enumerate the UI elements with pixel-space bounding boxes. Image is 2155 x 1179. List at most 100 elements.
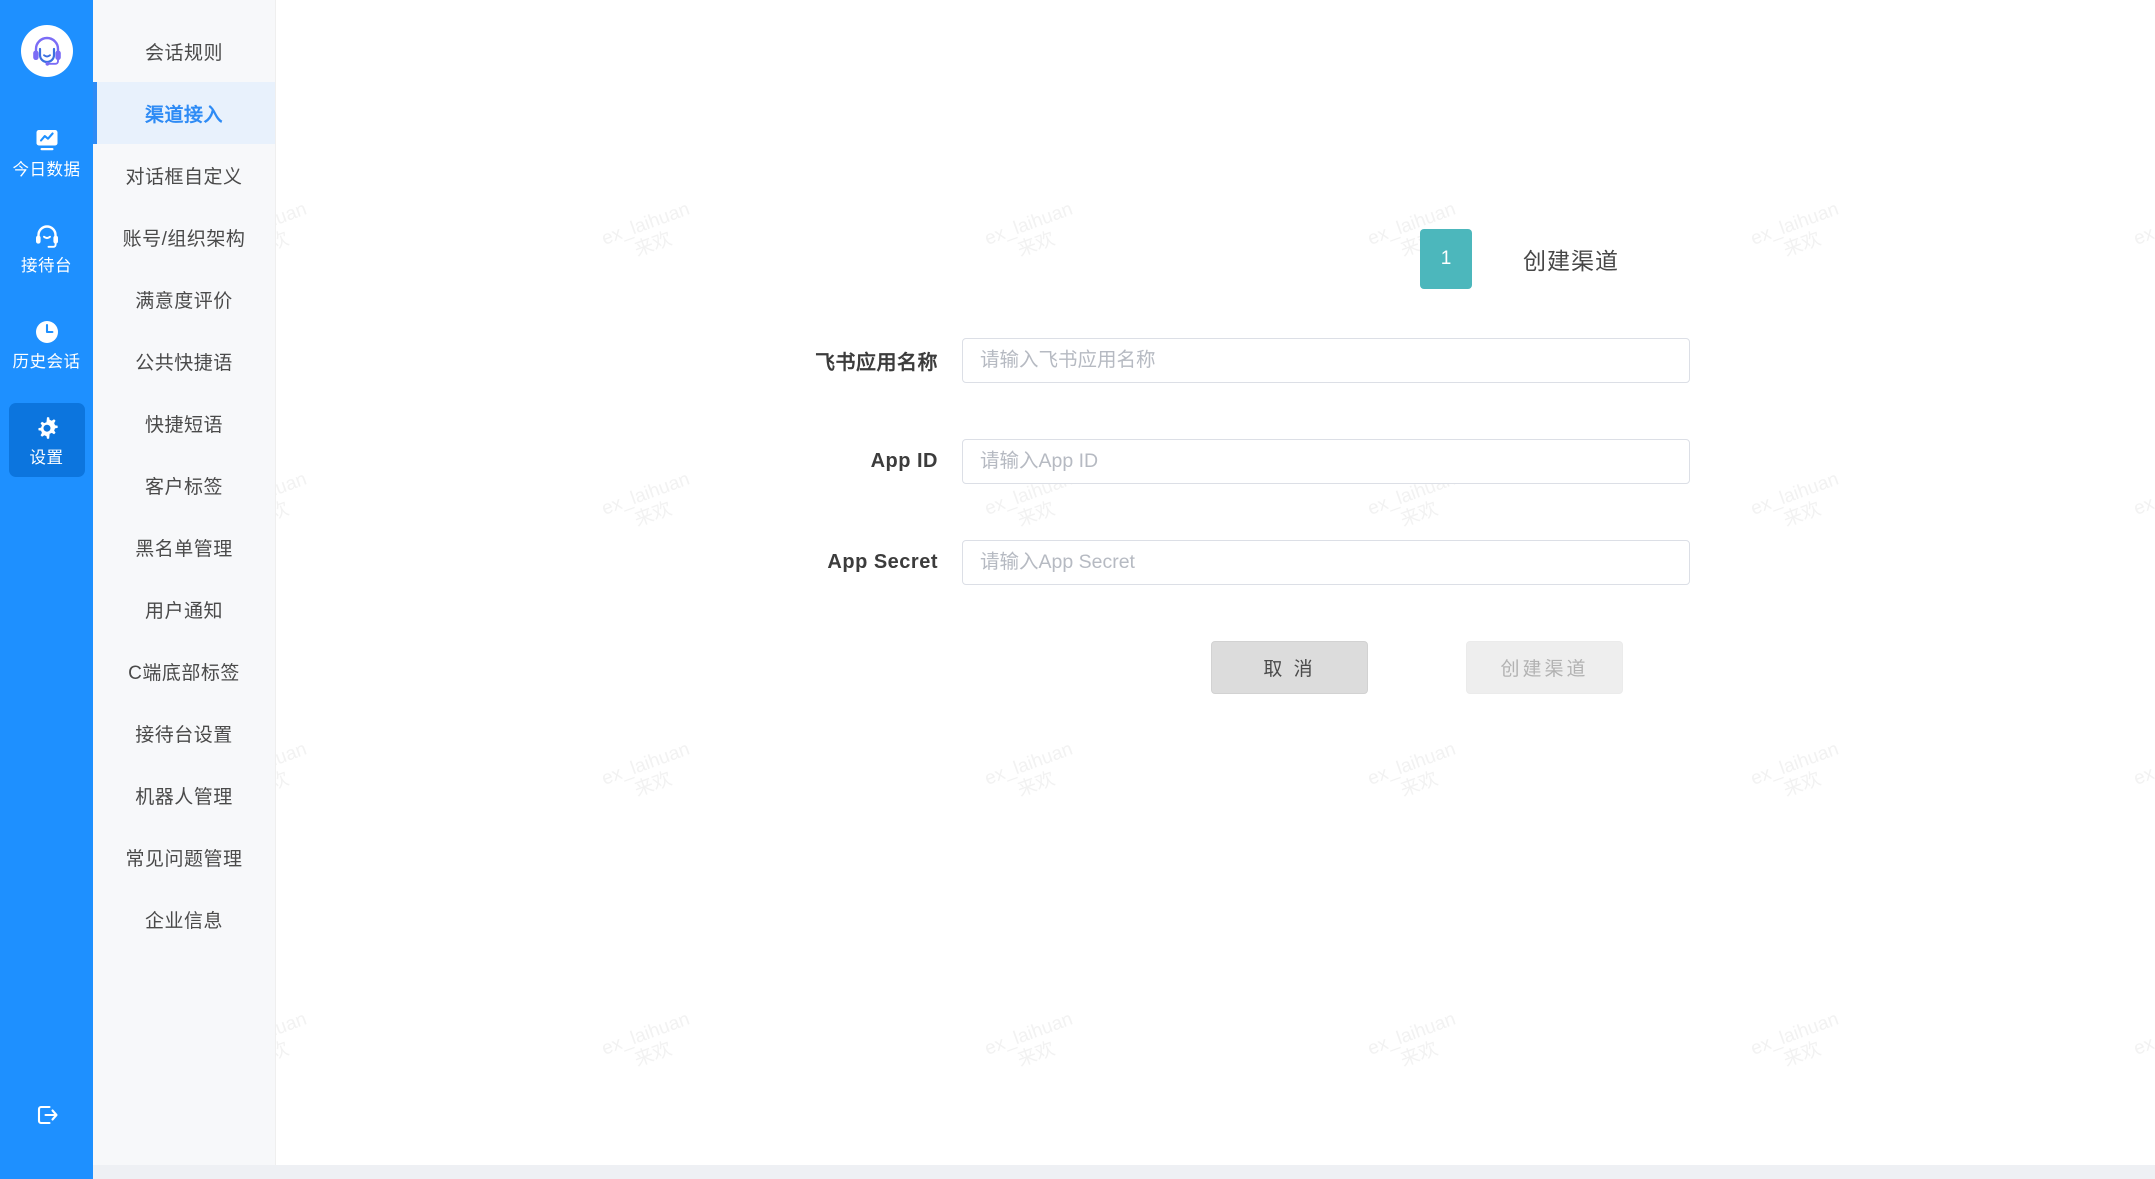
subnav-item-user-notify[interactable]: 用户通知 — [93, 578, 275, 640]
watermark-line-cn: 来欢 — [1756, 0, 1850, 2]
form-row-feishu-app-name: 飞书应用名称 — [276, 338, 2155, 383]
subnav-item-quick-phrases[interactable]: 快捷短语 — [93, 392, 275, 454]
subnav-item-customer-tags[interactable]: 客户标签 — [93, 454, 275, 516]
subnav-item-label: 接待台设置 — [135, 724, 233, 746]
subnav-item-c-side-tags[interactable]: C端底部标签 — [93, 640, 275, 702]
app-id-input[interactable] — [980, 450, 1672, 473]
subnav-item-label: 对话框自定义 — [125, 166, 243, 188]
watermark-text: ex_laihuan来欢 — [1748, 1009, 1850, 1083]
watermark-text: ex_laihuan来欢 — [276, 0, 318, 2]
subnav-item-label: 公共快捷语 — [135, 352, 233, 374]
subnav-item-faq-manage[interactable]: 常见问题管理 — [93, 826, 275, 888]
watermark-line-en: ex_laihuan — [982, 1008, 1076, 1060]
app-id-field[interactable] — [962, 439, 1690, 484]
watermark-line-cn: 来欢 — [631, 1038, 675, 1072]
create-channel-form: 飞书应用名称 App ID App Secret — [276, 338, 2155, 694]
subnav-item-public-phrases[interactable]: 公共快捷语 — [93, 330, 275, 392]
watermark-line-en: ex_laihuan — [2131, 738, 2155, 790]
headset-avatar-icon — [32, 36, 61, 66]
app-secret-input[interactable] — [980, 551, 1672, 574]
form-row-app-id: App ID — [276, 439, 2155, 484]
clock-icon — [32, 317, 62, 347]
subnav-item-channel-access[interactable]: 渠道接入 — [93, 82, 275, 144]
step-title: 创建渠道 — [1523, 248, 1619, 274]
monitor-chart-icon — [32, 125, 62, 155]
subnav-item-label: 客户标签 — [144, 476, 223, 498]
watermark-line-cn: 来欢 — [631, 768, 675, 802]
rail-item-label: 历史会话 — [12, 353, 81, 371]
app-secret-field[interactable] — [962, 540, 1690, 585]
subnav-item-dialog-custom[interactable]: 对话框自定义 — [93, 144, 275, 206]
watermark-text: ex_laihuan来欢 — [599, 0, 701, 2]
watermark-line-cn: 来欢 — [276, 1038, 292, 1072]
rail-item-settings[interactable]: 设置 — [8, 403, 85, 477]
rail-item-label: 设置 — [29, 449, 64, 467]
watermark-line-cn: 来欢 — [276, 0, 318, 2]
subnav-item-label: 渠道接入 — [144, 104, 223, 126]
subnav-item-satisfaction[interactable]: 满意度评价 — [93, 268, 275, 330]
rail-item-history[interactable]: 历史会话 — [9, 307, 85, 381]
watermark-text: ex_laihuan来欢 — [276, 1009, 318, 1083]
form-row-app-secret: App Secret — [276, 540, 2155, 585]
step-indicator: 1 创建渠道 — [1420, 229, 2155, 289]
watermark-line-en: ex_laihuan — [599, 738, 693, 790]
watermark-line-cn: 来欢 — [990, 0, 1084, 2]
watermark-line-en: ex_laihuan — [1748, 1008, 1842, 1060]
watermark-text: ex_laihuan来欢 — [982, 0, 1084, 2]
step-number-badge: 1 — [1420, 229, 1472, 289]
subnav-item-label: 用户通知 — [144, 600, 223, 622]
rail-item-today-data[interactable]: 今日数据 — [9, 115, 85, 189]
gear-icon — [32, 413, 62, 443]
watermark-line-en: ex_laihuan — [1365, 738, 1459, 790]
watermark-line-en: ex_laihuan — [2131, 1008, 2155, 1060]
headset-icon — [32, 221, 62, 251]
rail-item-label: 今日数据 — [12, 161, 81, 179]
watermark-line-cn: 来欢 — [2139, 760, 2155, 812]
rail-item-label: 接待台 — [21, 257, 72, 275]
app-logo — [20, 25, 73, 77]
bottom-scrollbar-track[interactable] — [93, 1165, 2155, 1179]
watermark-line-cn: 来欢 — [607, 0, 701, 2]
primary-sidebar: 今日数据 接待台 历史会话 设置 — [0, 0, 93, 1179]
app-root: 今日数据 接待台 历史会话 设置 会话规则 渠道接入 对话框自定义 账号/组织架… — [0, 0, 2155, 1179]
subnav-item-label: 快捷短语 — [144, 414, 223, 436]
watermark-line-cn: 来欢 — [2139, 0, 2155, 2]
rail-item-reception[interactable]: 接待台 — [9, 211, 85, 285]
feishu-app-name-field[interactable] — [962, 338, 1690, 383]
watermark-text: ex_laihuan来欢 — [1748, 739, 1850, 813]
watermark-text: ex_laihuan来欢 — [1365, 739, 1467, 813]
field-label-app-id: App ID — [870, 450, 938, 472]
subnav-item-company-info[interactable]: 企业信息 — [93, 888, 275, 950]
watermark-line-en: ex_laihuan — [276, 738, 310, 790]
logout-button[interactable] — [0, 1099, 93, 1131]
subnav-item-robot-manage[interactable]: 机器人管理 — [93, 764, 275, 826]
field-label-app-secret: App Secret — [827, 551, 938, 573]
watermark-line-cn: 来欢 — [1780, 768, 1824, 802]
subnav-item-account-org[interactable]: 账号/组织架构 — [93, 206, 275, 268]
subnav-item-reception-set[interactable]: 接待台设置 — [93, 702, 275, 764]
subnav-item-label: 机器人管理 — [135, 786, 233, 808]
subnav-item-blacklist[interactable]: 黑名单管理 — [93, 516, 275, 578]
feishu-app-name-input[interactable] — [980, 349, 1672, 372]
watermark-line-cn: 来欢 — [1014, 768, 1058, 802]
watermark-text: ex_laihuan来欢 — [599, 739, 701, 813]
watermark-text: ex_laihuan来欢 — [1365, 1009, 1467, 1083]
subnav-item-label: 会话规则 — [144, 42, 223, 64]
watermark-line-cn: 来欢 — [276, 768, 292, 802]
watermark-line-cn: 来欢 — [1014, 1038, 1058, 1072]
watermark-line-en: ex_laihuan — [276, 1008, 310, 1060]
watermark-line-cn: 来欢 — [1373, 0, 1467, 2]
watermark-line-en: ex_laihuan — [982, 738, 1076, 790]
cancel-button[interactable]: 取 消 — [1211, 641, 1368, 694]
form-actions: 取 消 创建渠道 — [1211, 641, 2155, 694]
field-label-feishu-app-name: 飞书应用名称 — [815, 352, 938, 374]
watermark-text: ex_laihuan来欢 — [2131, 1009, 2155, 1083]
subnav-item-label: 账号/组织架构 — [122, 228, 246, 250]
watermark-line-cn: 来欢 — [1397, 768, 1441, 802]
main-content: ex_laihuan 来欢 ex_laihuan 来欢 ex_laihuan 来欢 ex_l… — [276, 0, 2155, 1179]
primary-nav-list: 今日数据 接待台 历史会话 设置 — [0, 115, 93, 499]
settings-subnav: 会话规则 渠道接入 对话框自定义 账号/组织架构 满意度评价 公共快捷语 快捷短… — [93, 0, 276, 1179]
subnav-item-label: 企业信息 — [144, 910, 223, 932]
create-channel-panel: 1 创建渠道 飞书应用名称 App ID App Secr — [276, 229, 2155, 694]
subnav-item-session-rules[interactable]: 会话规则 — [93, 20, 275, 82]
